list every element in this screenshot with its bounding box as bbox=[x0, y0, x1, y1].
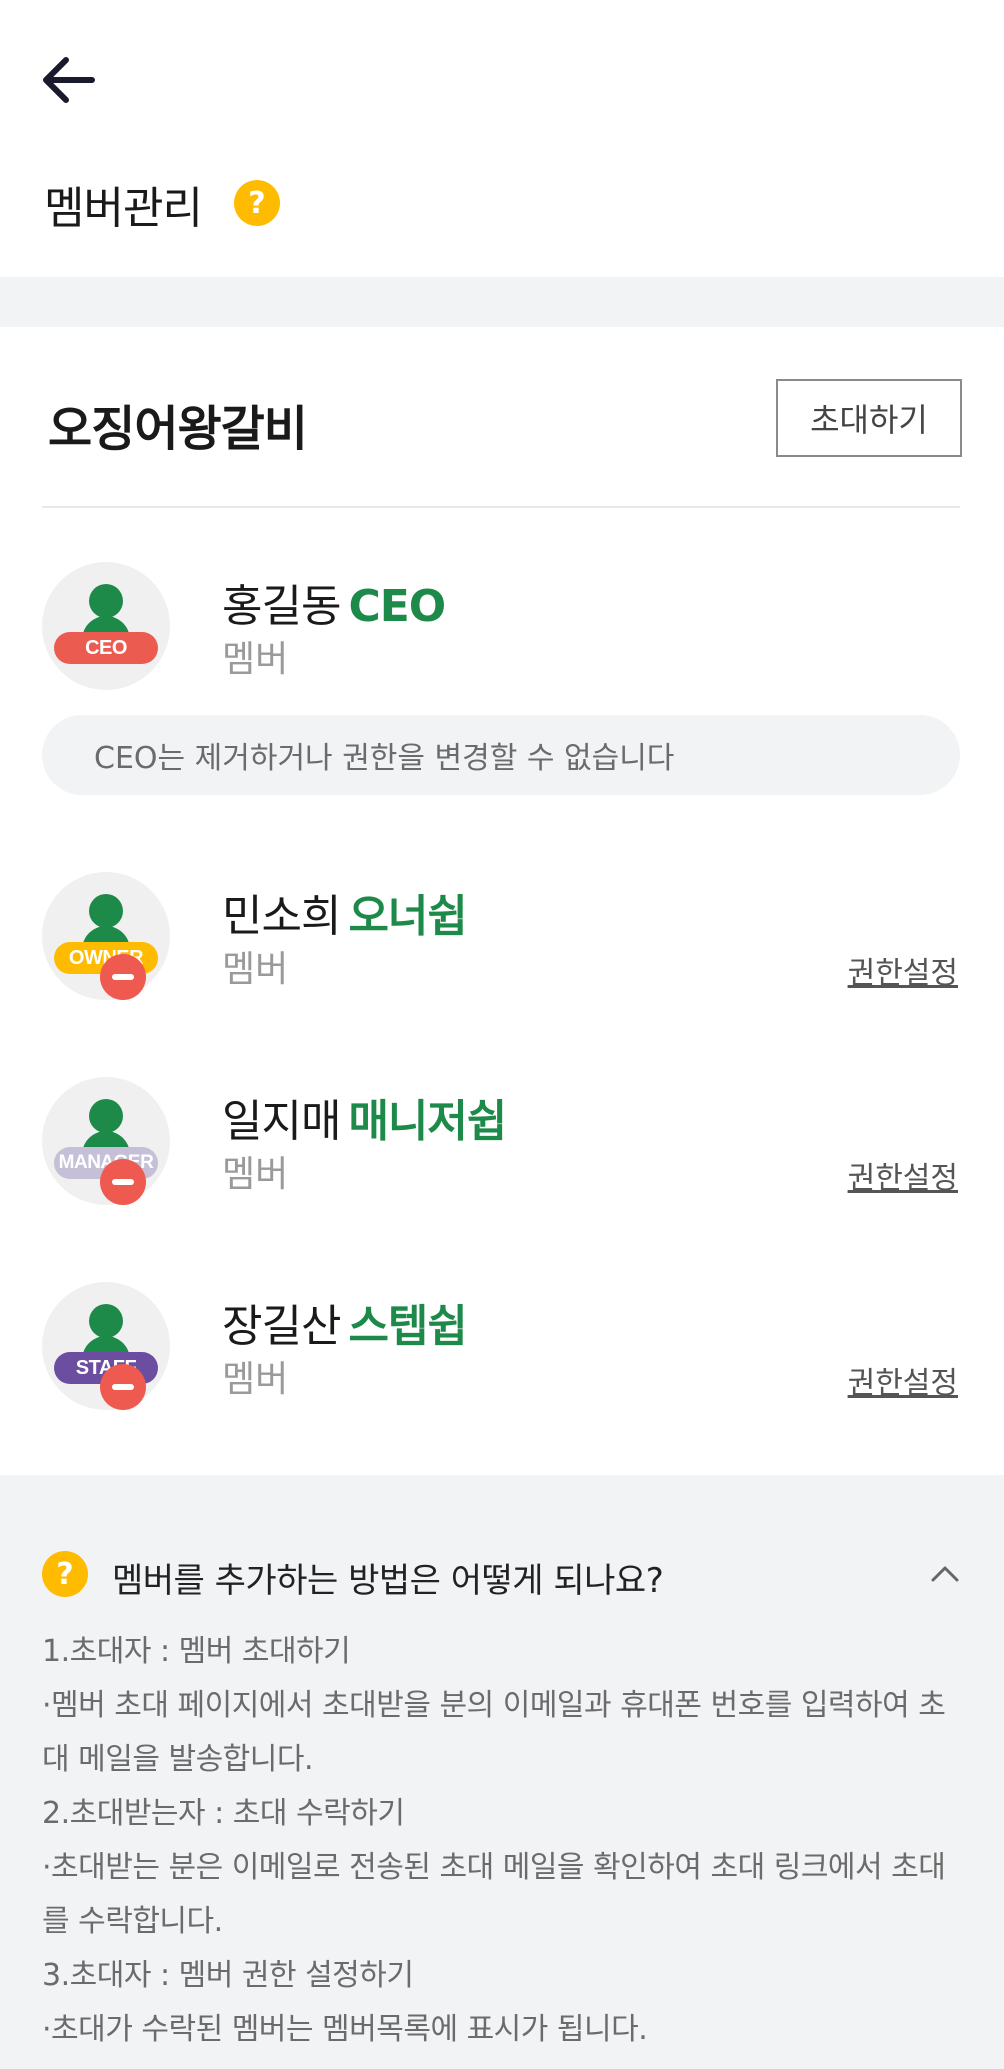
faq-line: 1.초대자 : 멤버 초대하기 bbox=[42, 1634, 351, 1669]
divider bbox=[42, 506, 960, 508]
header: 멤버관리 ? bbox=[0, 0, 1004, 277]
person-icon bbox=[89, 1304, 123, 1338]
faq-answer: 1.초대자 : 멤버 초대하기 ·멤버 초대 페이지에서 초대받을 분의 이메일… bbox=[42, 1625, 966, 2057]
help-icon[interactable]: ? bbox=[234, 180, 280, 226]
avatar: CEO bbox=[42, 562, 170, 690]
member-type: 멤버 bbox=[222, 1359, 289, 1400]
faq-toggle[interactable]: ? 멤버를 추가하는 방법은 어떻게 되나요? bbox=[42, 1551, 962, 1601]
member-role: 매니저쉽 bbox=[348, 1096, 507, 1147]
permission-settings-link[interactable]: 권한설정 bbox=[848, 948, 958, 992]
member-role: 오너쉽 bbox=[348, 891, 467, 942]
role-tag: CEO bbox=[54, 632, 158, 664]
member-card: 오징어왕갈비 초대하기 CEO 홍길동 CEO 멤버 CEO는 제거하거나 권한을… bbox=[0, 327, 1004, 1475]
help-icon: ? bbox=[42, 1551, 88, 1597]
member-item-staff: STAFF 장길산 스텝쉽 멤버 권한설정 bbox=[0, 1282, 1004, 1422]
arrow-left-icon bbox=[43, 57, 95, 103]
chevron-up-icon bbox=[931, 1566, 959, 1582]
person-icon bbox=[89, 584, 123, 618]
remove-member-button[interactable] bbox=[100, 1159, 146, 1205]
faq-line: ·초대받는 분은 이메일로 전송된 초대 메일을 확인하여 초대 링크에서 초대… bbox=[42, 1850, 946, 1939]
permission-settings-link[interactable]: 권한설정 bbox=[848, 1358, 958, 1402]
person-icon bbox=[89, 894, 123, 928]
faq-line: ·멤버 초대 페이지에서 초대받을 분의 이메일과 휴대폰 번호를 입력하여 초… bbox=[42, 1688, 946, 1777]
minus-icon bbox=[112, 1384, 134, 1390]
invite-button[interactable]: 초대하기 bbox=[776, 379, 962, 457]
member-role: 스텝쉽 bbox=[348, 1301, 467, 1352]
member-name: 민소희 오너쉽 bbox=[222, 891, 468, 942]
faq-line: ·초대가 수락된 멤버는 멤버목록에 표시가 됩니다. bbox=[42, 2012, 648, 2047]
person-icon bbox=[89, 1099, 123, 1133]
member-name: 홍길동 CEO bbox=[222, 581, 446, 632]
member-type: 멤버 bbox=[222, 1154, 289, 1195]
faq-question: 멤버를 추가하는 방법은 어떻게 되나요? bbox=[112, 1561, 664, 1601]
member-name: 일지매 매니저쉽 bbox=[222, 1096, 507, 1147]
member-item-ceo: CEO 홍길동 CEO 멤버 bbox=[0, 562, 1004, 702]
member-type: 멤버 bbox=[222, 639, 289, 680]
faq-line: 2.초대받는자 : 초대 수락하기 bbox=[42, 1796, 405, 1831]
member-type: 멤버 bbox=[222, 949, 289, 990]
faq-section: ? 멤버를 추가하는 방법은 어떻게 되나요? 1.초대자 : 멤버 초대하기 … bbox=[0, 1475, 1004, 2069]
minus-icon bbox=[112, 1179, 134, 1185]
back-button[interactable] bbox=[36, 50, 100, 110]
member-item-owner: OWNER 민소희 오너쉽 멤버 권한설정 bbox=[0, 872, 1004, 1012]
minus-icon bbox=[112, 974, 134, 980]
remove-member-button[interactable] bbox=[100, 1364, 146, 1410]
page-title: 멤버관리 bbox=[44, 183, 203, 234]
member-role: CEO bbox=[348, 581, 446, 632]
remove-member-button[interactable] bbox=[100, 954, 146, 1000]
store-name: 오징어왕갈비 bbox=[48, 401, 308, 457]
member-item-manager: MANAGER 일지매 매니저쉽 멤버 권한설정 bbox=[0, 1077, 1004, 1217]
permission-settings-link[interactable]: 권한설정 bbox=[848, 1153, 958, 1197]
faq-line: 3.초대자 : 멤버 권한 설정하기 bbox=[42, 1958, 414, 1993]
ceo-notice: CEO는 제거하거나 권한을 변경할 수 없습니다 bbox=[42, 715, 960, 795]
member-name: 장길산 스텝쉽 bbox=[222, 1301, 468, 1352]
